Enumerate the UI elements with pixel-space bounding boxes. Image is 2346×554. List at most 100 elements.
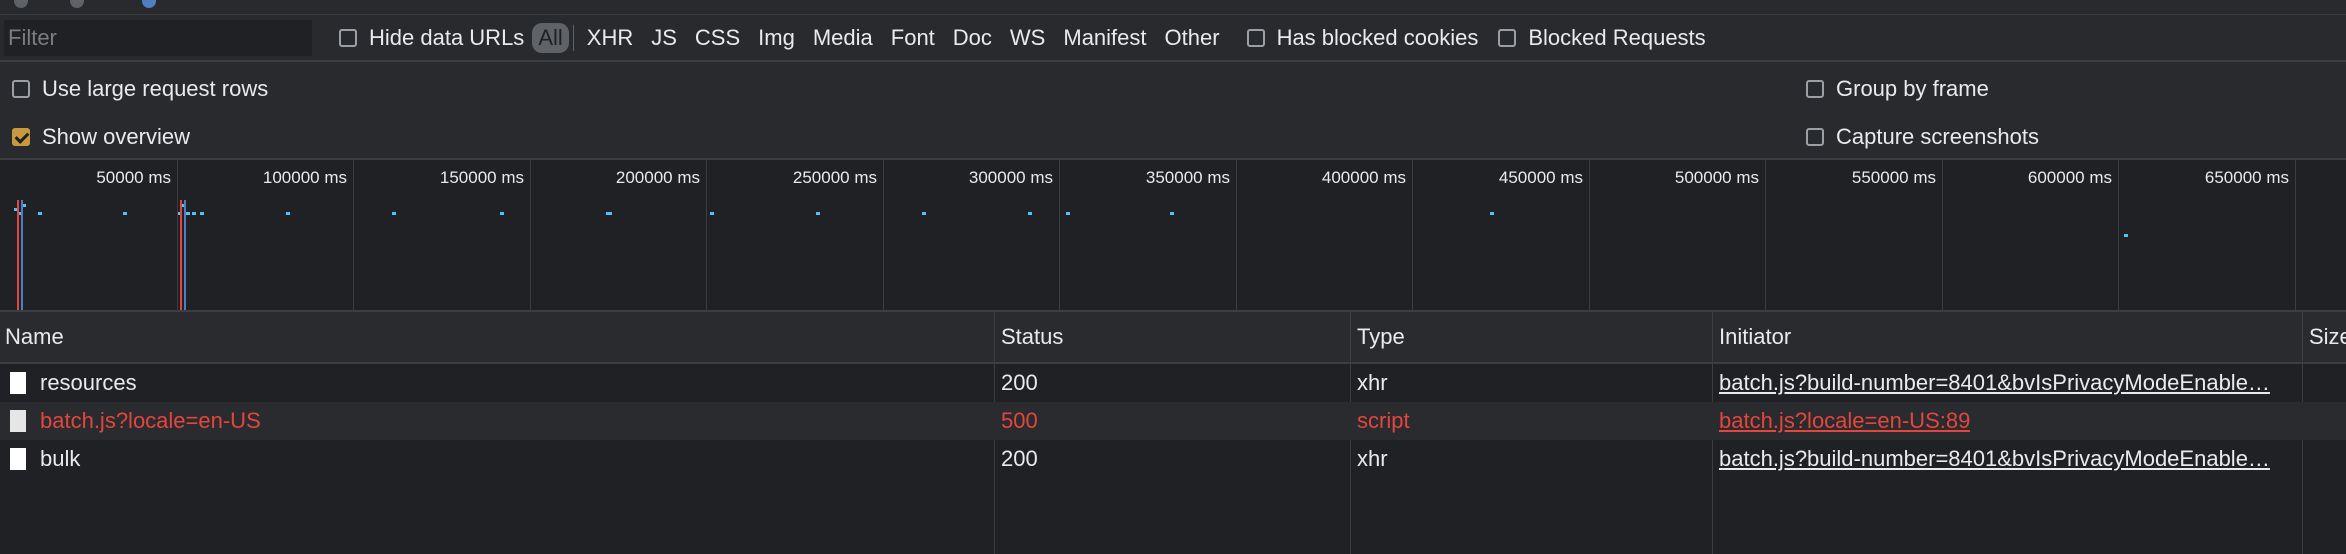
checkbox-icon[interactable]: [1498, 28, 1517, 47]
column-header-name[interactable]: Name: [0, 312, 994, 362]
type-filter-media[interactable]: Media: [804, 23, 882, 53]
filter-input[interactable]: [4, 19, 312, 56]
network-overview-timeline[interactable]: 50000 ms 100000 ms 150000 ms 200000 ms 25000…: [0, 160, 2346, 312]
capture-screenshots-checkbox[interactable]: Capture screenshots: [1806, 124, 2039, 150]
checkbox-icon[interactable]: [1806, 128, 1824, 146]
cell-type: script: [1357, 408, 1410, 433]
checkbox-icon[interactable]: [1246, 28, 1265, 47]
request-name: bulk: [40, 446, 81, 471]
checkbox-icon[interactable]: [339, 28, 357, 47]
type-filter-img[interactable]: Img: [749, 23, 804, 53]
use-large-rows-checkbox[interactable]: Use large request rows: [12, 76, 268, 102]
timeline-gridline: [883, 160, 884, 310]
requests-table-body: resources 200 xhr batch.js?build-number=…: [0, 364, 2346, 554]
request-marker: [192, 212, 196, 215]
type-filter-other[interactable]: Other: [1156, 23, 1229, 53]
type-filter-xhr[interactable]: XHR: [578, 23, 642, 53]
initiator-link[interactable]: batch.js?build-number=8401&bvIsPrivacyMo…: [1719, 446, 2270, 472]
timeline-gridline: [1236, 160, 1237, 310]
timeline-tick-label: 600000 ms: [2027, 168, 2112, 187]
request-marker: [1170, 212, 1174, 215]
type-filter-manifest[interactable]: Manifest: [1054, 23, 1155, 53]
show-overview-label: Show overview: [42, 124, 190, 149]
blocked-requests-checkbox[interactable]: Blocked Requests: [1498, 24, 1706, 51]
show-overview-checkbox[interactable]: Show overview: [12, 124, 190, 150]
cell-initiator: batch.js?locale=en-US:89: [1714, 402, 2302, 440]
request-marker: [608, 212, 612, 215]
cell-initiator: batch.js?build-number=8401&bvIsPrivacyMo…: [1714, 440, 2302, 478]
timeline-gridline: [177, 160, 178, 310]
timeline-gridline: [1589, 160, 1590, 310]
timeline-tick-label: 550000 ms: [1851, 168, 1936, 187]
cell-status: 500: [1001, 408, 1038, 433]
request-marker: [1490, 212, 1494, 215]
group-by-frame-checkbox[interactable]: Group by frame: [1806, 76, 1989, 102]
request-name: resources: [40, 370, 137, 395]
type-filter-ws[interactable]: WS: [1001, 23, 1054, 53]
requests-table-header: Name Status Type Initiator Size: [0, 312, 2346, 364]
request-marker: [38, 212, 42, 215]
request-marker: [1066, 212, 1070, 215]
timeline-tick-label: 450000 ms: [1498, 168, 1583, 187]
request-marker: [710, 212, 714, 215]
request-marker: [123, 212, 127, 215]
capture-screenshots-label: Capture screenshots: [1836, 124, 2039, 149]
has-blocked-cookies-checkbox[interactable]: Has blocked cookies: [1246, 24, 1479, 51]
type-filter-js[interactable]: JS: [642, 23, 686, 53]
filter-bar: Hide data URLs All XHR JS CSS Img Media …: [0, 15, 2346, 62]
type-filter-font[interactable]: Font: [882, 23, 944, 53]
use-large-rows-label: Use large request rows: [42, 76, 269, 101]
hide-data-urls-label: Hide data URLs: [369, 24, 525, 50]
timeline-tick-label: 500000 ms: [1674, 168, 1759, 187]
timeline-tick-label: 250000 ms: [792, 168, 877, 187]
checkbox-icon[interactable]: [12, 80, 30, 98]
resource-type-filters: All XHR JS CSS Img Media Font Doc WS Man…: [532, 22, 1229, 53]
has-blocked-cookies-label: Has blocked cookies: [1276, 24, 1479, 50]
record-icon[interactable]: [14, 0, 28, 8]
document-icon: [10, 372, 26, 394]
timeline-tick-label: 300000 ms: [968, 168, 1053, 187]
timeline-tick-label: 50000 ms: [96, 168, 171, 187]
request-marker: [2124, 234, 2128, 237]
script-icon: [10, 410, 26, 432]
timeline-tick-label: 350000 ms: [1145, 168, 1230, 187]
divider: [572, 24, 574, 51]
timeline-tick-label: 400000 ms: [1321, 168, 1406, 187]
request-marker: [186, 212, 190, 215]
initiator-link[interactable]: batch.js?build-number=8401&bvIsPrivacyMo…: [1719, 370, 2270, 396]
table-row[interactable]: resources 200 xhr batch.js?build-number=…: [0, 364, 2346, 402]
timeline-tick-label: 100000 ms: [262, 168, 347, 187]
blocked-requests-label: Blocked Requests: [1528, 24, 1706, 50]
checkbox-icon[interactable]: [1806, 80, 1824, 98]
type-filter-all[interactable]: All: [532, 22, 569, 53]
clear-icon[interactable]: [70, 0, 84, 8]
type-filter-doc[interactable]: Doc: [944, 23, 1001, 53]
column-header-type[interactable]: Type: [1352, 312, 1712, 362]
table-row[interactable]: bulk 200 xhr batch.js?build-number=8401&…: [0, 440, 2346, 478]
checkbox-icon[interactable]: [12, 128, 30, 146]
column-header-initiator[interactable]: Initiator: [1714, 312, 2302, 362]
column-header-size[interactable]: Size: [2304, 312, 2346, 362]
column-header-status[interactable]: Status: [996, 312, 1350, 362]
cell-status: 200: [1001, 370, 1038, 395]
group-by-frame-label: Group by frame: [1836, 76, 1989, 101]
request-marker: [816, 212, 820, 215]
request-name: batch.js?locale=en-US: [40, 408, 261, 433]
load-event-line: [17, 200, 19, 310]
timeline-tick-label: 650000 ms: [2204, 168, 2289, 187]
request-marker: [1028, 212, 1032, 215]
request-marker: [392, 212, 396, 215]
cell-name: batch.js?locale=en-US: [0, 402, 994, 440]
request-marker: [922, 212, 926, 215]
initiator-link[interactable]: batch.js?locale=en-US:89: [1719, 408, 1970, 434]
timeline-gridline: [1765, 160, 1766, 310]
document-icon: [10, 448, 26, 470]
type-filter-css[interactable]: CSS: [686, 23, 749, 53]
hide-data-urls-checkbox[interactable]: Hide data URLs: [339, 25, 524, 51]
table-row[interactable]: batch.js?locale=en-US 500 script batch.j…: [0, 402, 2346, 440]
request-marker: [200, 212, 204, 215]
filter-toggle-icon[interactable]: [142, 0, 156, 8]
timeline-gridline: [706, 160, 707, 310]
devtools-tab-strip: [0, 0, 2346, 15]
timeline-gridline: [1059, 160, 1060, 310]
